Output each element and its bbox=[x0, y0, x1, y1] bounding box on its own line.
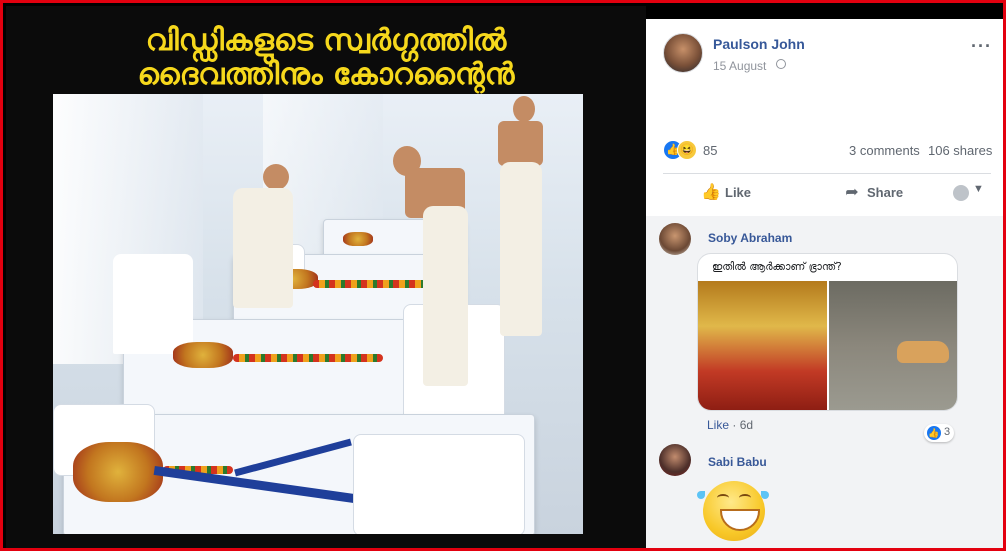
comment-time[interactable]: 6d bbox=[740, 418, 753, 432]
comment-image-text: ഇതിൽ ആർക്കാണ് ഭ്രാന്ത്? bbox=[712, 261, 842, 273]
post-header: Paulson John 15 August ··· bbox=[646, 19, 1003, 89]
temple-photo bbox=[698, 281, 827, 410]
idol bbox=[173, 342, 233, 368]
dog bbox=[897, 341, 949, 363]
more-options-icon[interactable]: ··· bbox=[971, 37, 992, 55]
haha-reaction-icon[interactable]: 😆 bbox=[677, 140, 697, 160]
street-photo bbox=[829, 281, 957, 410]
post-photo[interactable]: വിഡ്ഡികളുടെ സ്വർഗ്ഗത്തിൽ ദൈവത്തിനും കോറന… bbox=[6, 6, 646, 548]
priest-figure bbox=[488, 96, 558, 336]
post-date[interactable]: 15 August bbox=[713, 59, 766, 73]
action-bar: 👍 Like ➦ Share ▼ bbox=[663, 179, 993, 207]
caption-line-2: ദൈവത്തിനും കോറന്റൈൻ bbox=[137, 57, 515, 92]
like-button[interactable]: 👍 Like bbox=[701, 179, 751, 207]
like-count: 3 bbox=[944, 426, 951, 438]
caption-line-1: വിഡ്ഡികളുടെ സ്വർഗ്ഗത്തിൽ bbox=[145, 23, 507, 58]
thumbs-up-icon: 👍 bbox=[701, 184, 721, 201]
divider bbox=[663, 173, 991, 174]
commenter-avatar[interactable] bbox=[659, 444, 691, 476]
priest-figure bbox=[213, 164, 303, 314]
commenter-name[interactable]: Soby Abraham bbox=[708, 231, 792, 245]
reaction-summary: 👍 😆 85 3 comments 106 shares bbox=[663, 140, 993, 162]
post-panel: Paulson John 15 August ··· 👍 😆 85 3 comm… bbox=[646, 19, 1003, 548]
globe-icon bbox=[776, 59, 786, 69]
emoji-face bbox=[703, 481, 765, 541]
meme-photo bbox=[53, 94, 583, 534]
headboard bbox=[113, 254, 193, 354]
tear-icon bbox=[697, 491, 705, 499]
priest-figure bbox=[383, 146, 473, 386]
meta-separator: · bbox=[732, 418, 740, 432]
caret-down-icon: ▼ bbox=[973, 183, 984, 195]
audience-selector[interactable]: ▼ bbox=[953, 183, 993, 203]
like-reaction-icon: 👍 bbox=[927, 426, 941, 440]
idol bbox=[73, 442, 163, 502]
folded-sheet bbox=[353, 434, 525, 534]
share-button[interactable]: ➦ Share bbox=[843, 179, 903, 207]
comment-meta: Like · 6d bbox=[707, 418, 753, 432]
author-name[interactable]: Paulson John bbox=[713, 36, 805, 52]
share-label: Share bbox=[867, 185, 904, 200]
reaction-count[interactable]: 85 bbox=[703, 143, 717, 158]
shares-count[interactable]: 106 shares bbox=[928, 143, 992, 158]
author-avatar[interactable] bbox=[663, 33, 703, 73]
comments-count[interactable]: 3 comments bbox=[849, 143, 920, 158]
tear-icon bbox=[761, 491, 769, 499]
laughing-emoji-sticker bbox=[697, 481, 769, 543]
comment-like-link[interactable]: Like bbox=[707, 418, 729, 432]
comment-like-count[interactable]: 👍 3 bbox=[924, 424, 954, 442]
garland bbox=[233, 354, 383, 362]
comment-image[interactable]: ഇതിൽ ആർക്കാണ് ഭ്രാന്ത്? bbox=[697, 253, 958, 411]
commenter-name[interactable]: Sabi Babu bbox=[708, 455, 767, 469]
idol bbox=[343, 232, 373, 246]
meme-caption: വിഡ്ഡികളുടെ സ്വർഗ്ഗത്തിൽ ദൈവത്തിനും കോറന… bbox=[6, 24, 646, 92]
screenshot-frame: വിഡ്ഡികളുടെ സ്വർഗ്ഗത്തിൽ ദൈവത്തിനും കോറന… bbox=[0, 0, 1006, 551]
share-arrow-icon: ➦ bbox=[845, 184, 859, 201]
like-label: Like bbox=[725, 185, 752, 200]
user-avatar-icon bbox=[953, 185, 969, 201]
commenter-avatar[interactable] bbox=[659, 223, 691, 255]
